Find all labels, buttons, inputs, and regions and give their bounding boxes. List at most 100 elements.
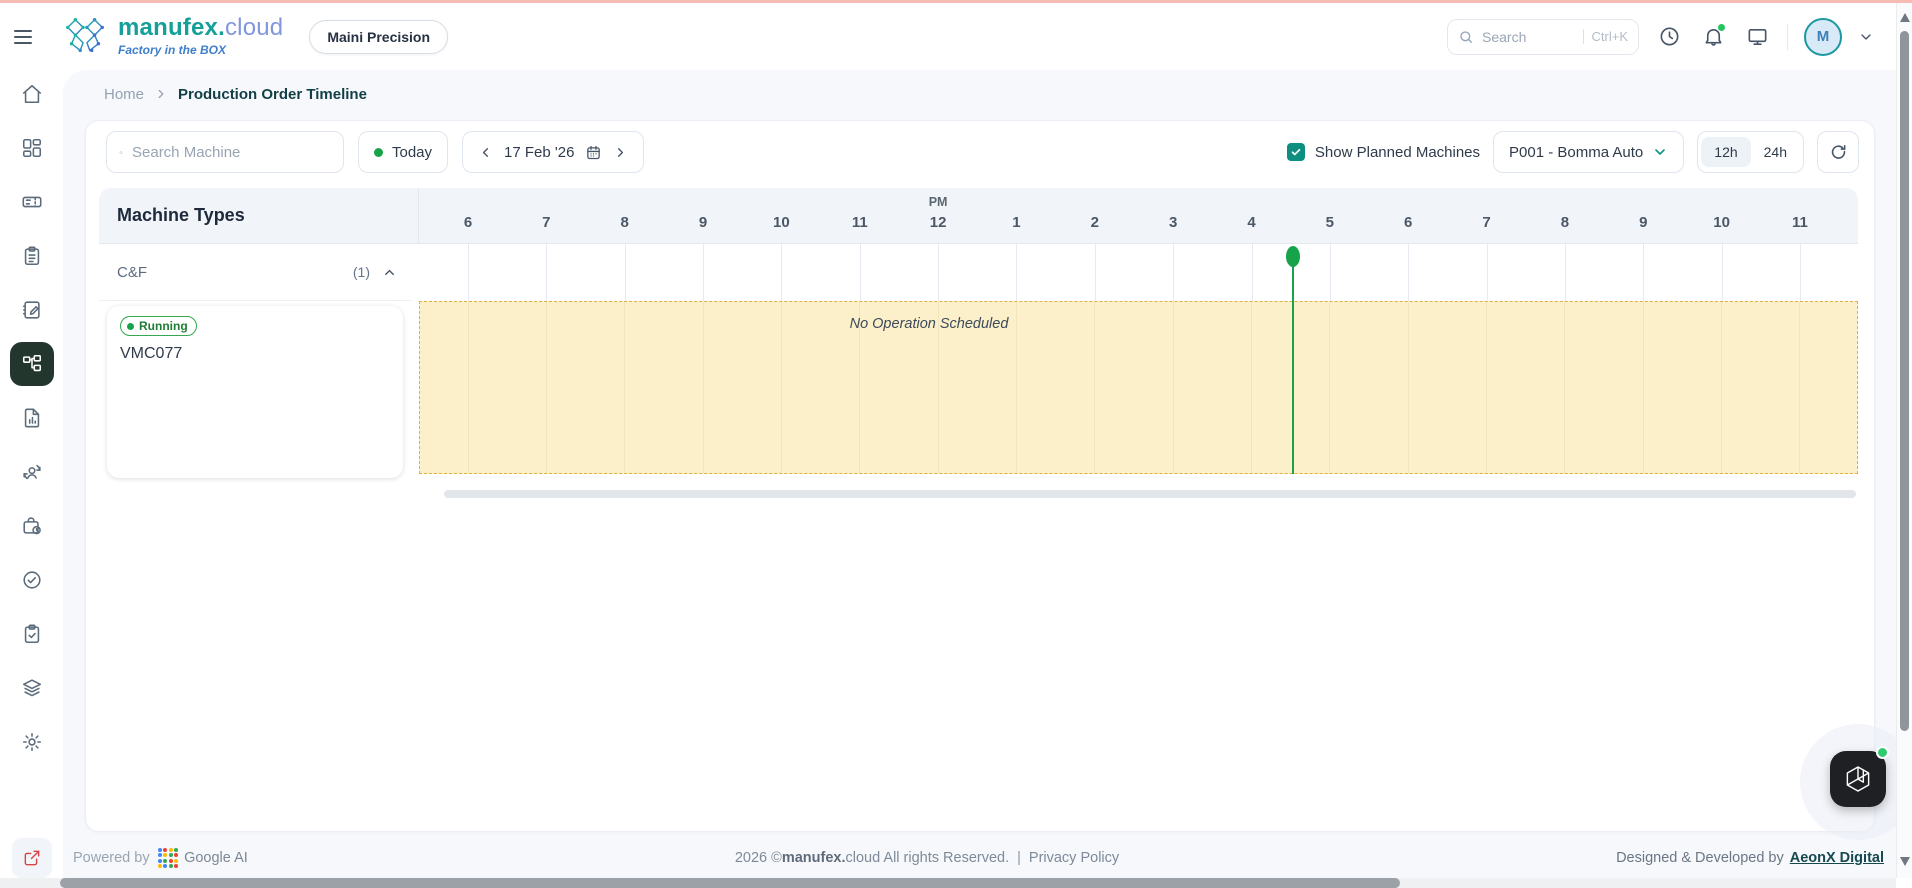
hour-format-toggle: 12h 24h xyxy=(1697,131,1804,173)
next-day-button[interactable] xyxy=(613,145,628,160)
hour-tick-label: 7 xyxy=(542,214,551,231)
aeonx-digital-link[interactable]: AeonX Digital xyxy=(1790,850,1884,866)
sidebar-item-home[interactable] xyxy=(10,72,54,116)
hour-gridline xyxy=(938,244,940,301)
horizontal-scrollbar-thumb[interactable] xyxy=(60,878,1400,888)
machine-row: Running VMC077 xyxy=(99,301,411,483)
vertical-scrollbar-thumb[interactable] xyxy=(1900,31,1909,731)
hour-tick-label: 4 xyxy=(1247,214,1256,231)
user-avatar[interactable]: M xyxy=(1804,17,1842,56)
hour-gridline xyxy=(1172,302,1174,473)
menu-toggle-button[interactable] xyxy=(14,22,44,52)
hour-gridline xyxy=(702,302,704,473)
sidebar-item-bag-clock[interactable] xyxy=(10,504,54,548)
hour-tick-label: 7 xyxy=(1482,214,1491,231)
hour-tick-label: 12 xyxy=(929,214,947,231)
app-header: manufex.cloud Factory in the BOX Maini P… xyxy=(0,3,1896,70)
machine-card[interactable]: Running VMC077 xyxy=(107,306,403,478)
machine-search-input[interactable] xyxy=(132,143,331,161)
hour-gridline xyxy=(1016,244,1018,301)
scroll-down-arrow-icon[interactable] xyxy=(1900,857,1910,866)
hour-gridline xyxy=(1721,244,1723,301)
plant-select[interactable]: P001 - Bomma Auto xyxy=(1493,131,1685,173)
sidebar-item-user-sync[interactable] xyxy=(10,450,54,494)
search-shortcut: Ctrl+K xyxy=(1582,29,1628,44)
page-footer: Powered by Google AI 2026 © manufex. clou… xyxy=(63,838,1896,878)
no-operation-message: No Operation Scheduled xyxy=(849,316,1009,332)
current-time-indicator xyxy=(1286,246,1300,474)
group-count: (1) xyxy=(352,264,370,280)
sidebar-item-dashboard[interactable] xyxy=(10,126,54,170)
privacy-policy-link[interactable]: Privacy Policy xyxy=(1029,850,1119,866)
hour-gridline xyxy=(703,244,705,301)
hour-gridline xyxy=(624,302,626,473)
sidebar-item-clipboard-list[interactable] xyxy=(10,234,54,278)
sidebar-item-clipboard-check[interactable] xyxy=(10,612,54,656)
search-icon xyxy=(1460,30,1472,43)
page-title: Production Order Timeline xyxy=(178,85,367,103)
timeline-card: Today 17 Feb '26 xyxy=(85,120,1875,832)
brand: manufex.cloud Factory in the BOX xyxy=(62,14,283,60)
sidebar-item-layers[interactable] xyxy=(10,666,54,710)
hour-format-24h[interactable]: 24h xyxy=(1751,137,1800,167)
prev-day-button[interactable] xyxy=(478,145,493,160)
clipboard-check-icon xyxy=(24,624,40,644)
no-operation-slot[interactable]: No Operation Scheduled xyxy=(419,301,1858,474)
scheduler-table: Machine Types C&F (1) Running VMC077 PM … xyxy=(99,188,1858,483)
external-link-button[interactable] xyxy=(12,838,52,878)
workflow-icon xyxy=(22,354,42,372)
file-chart-icon xyxy=(24,408,40,428)
calendar-button[interactable] xyxy=(585,144,602,161)
hour-gridline xyxy=(1564,244,1566,301)
sidebar-item-check-circle[interactable] xyxy=(10,558,54,602)
sidebar-item-workflow[interactable] xyxy=(10,342,54,386)
hour-gridline xyxy=(546,244,548,301)
group-header-strip xyxy=(419,244,1858,301)
tenant-badge[interactable]: Maini Precision xyxy=(309,19,449,54)
timeline-horizontal-scrollbar[interactable] xyxy=(444,490,1856,498)
chevron-up-icon[interactable] xyxy=(382,265,397,280)
history-button[interactable] xyxy=(1655,23,1683,51)
notebook-pen-icon xyxy=(22,301,40,319)
today-button[interactable]: Today xyxy=(358,131,449,173)
sidebar-item-ticket[interactable] xyxy=(10,180,54,224)
hour-format-12h[interactable]: 12h xyxy=(1701,137,1751,167)
global-search[interactable]: Ctrl+K xyxy=(1447,18,1639,55)
hour-gridline xyxy=(1173,244,1175,301)
timeline-area: PM 6 7 8 9 10 11 12 1 2 3 4 5 6 7 8 9 10 11 No Operation … xyxy=(419,188,1858,483)
hour-tick-label: 9 xyxy=(698,214,708,231)
user-menu-button[interactable] xyxy=(1858,29,1874,45)
layers-icon xyxy=(22,679,42,697)
brand-tagline: Factory in the BOX xyxy=(118,43,227,57)
bag-clock-icon xyxy=(23,517,41,535)
notifications-button[interactable] xyxy=(1699,22,1727,51)
hour-gridline xyxy=(1486,244,1488,301)
machine-types-header: Machine Types xyxy=(99,188,419,244)
checkbox-checked-icon xyxy=(1286,143,1305,161)
global-search-input[interactable] xyxy=(1482,28,1575,45)
google-ai-icon xyxy=(157,847,179,869)
user-sync-icon xyxy=(23,464,41,480)
sidebar-item-file-chart[interactable] xyxy=(10,396,54,440)
sidebar-item-notebook-pen[interactable] xyxy=(10,288,54,332)
timeline-toolbar: Today 17 Feb '26 xyxy=(106,131,1859,173)
assistant-button[interactable] xyxy=(1830,751,1886,807)
vertical-scrollbar[interactable] xyxy=(1896,3,1912,878)
sidebar-nav xyxy=(0,70,63,878)
date-label[interactable]: 17 Feb '26 xyxy=(504,144,574,161)
notification-dot xyxy=(1717,22,1726,32)
assistant-online-dot xyxy=(1876,746,1889,759)
machine-search[interactable] xyxy=(106,131,344,173)
hour-gridline xyxy=(1094,302,1096,473)
breadcrumb-home[interactable]: Home xyxy=(104,86,144,103)
hour-tick-label: 8 xyxy=(1560,214,1570,231)
machine-group-row[interactable]: C&F (1) xyxy=(99,244,411,301)
scroll-up-arrow-icon[interactable] xyxy=(1900,13,1910,22)
horizontal-scrollbar[interactable] xyxy=(0,878,1896,888)
check-circle-icon xyxy=(23,571,41,589)
show-planned-machines-toggle[interactable]: Show Planned Machines xyxy=(1286,143,1480,161)
hour-gridline xyxy=(1486,302,1488,473)
display-button[interactable] xyxy=(1743,23,1771,51)
sidebar-item-settings[interactable] xyxy=(10,720,54,764)
refresh-button[interactable] xyxy=(1817,131,1859,173)
